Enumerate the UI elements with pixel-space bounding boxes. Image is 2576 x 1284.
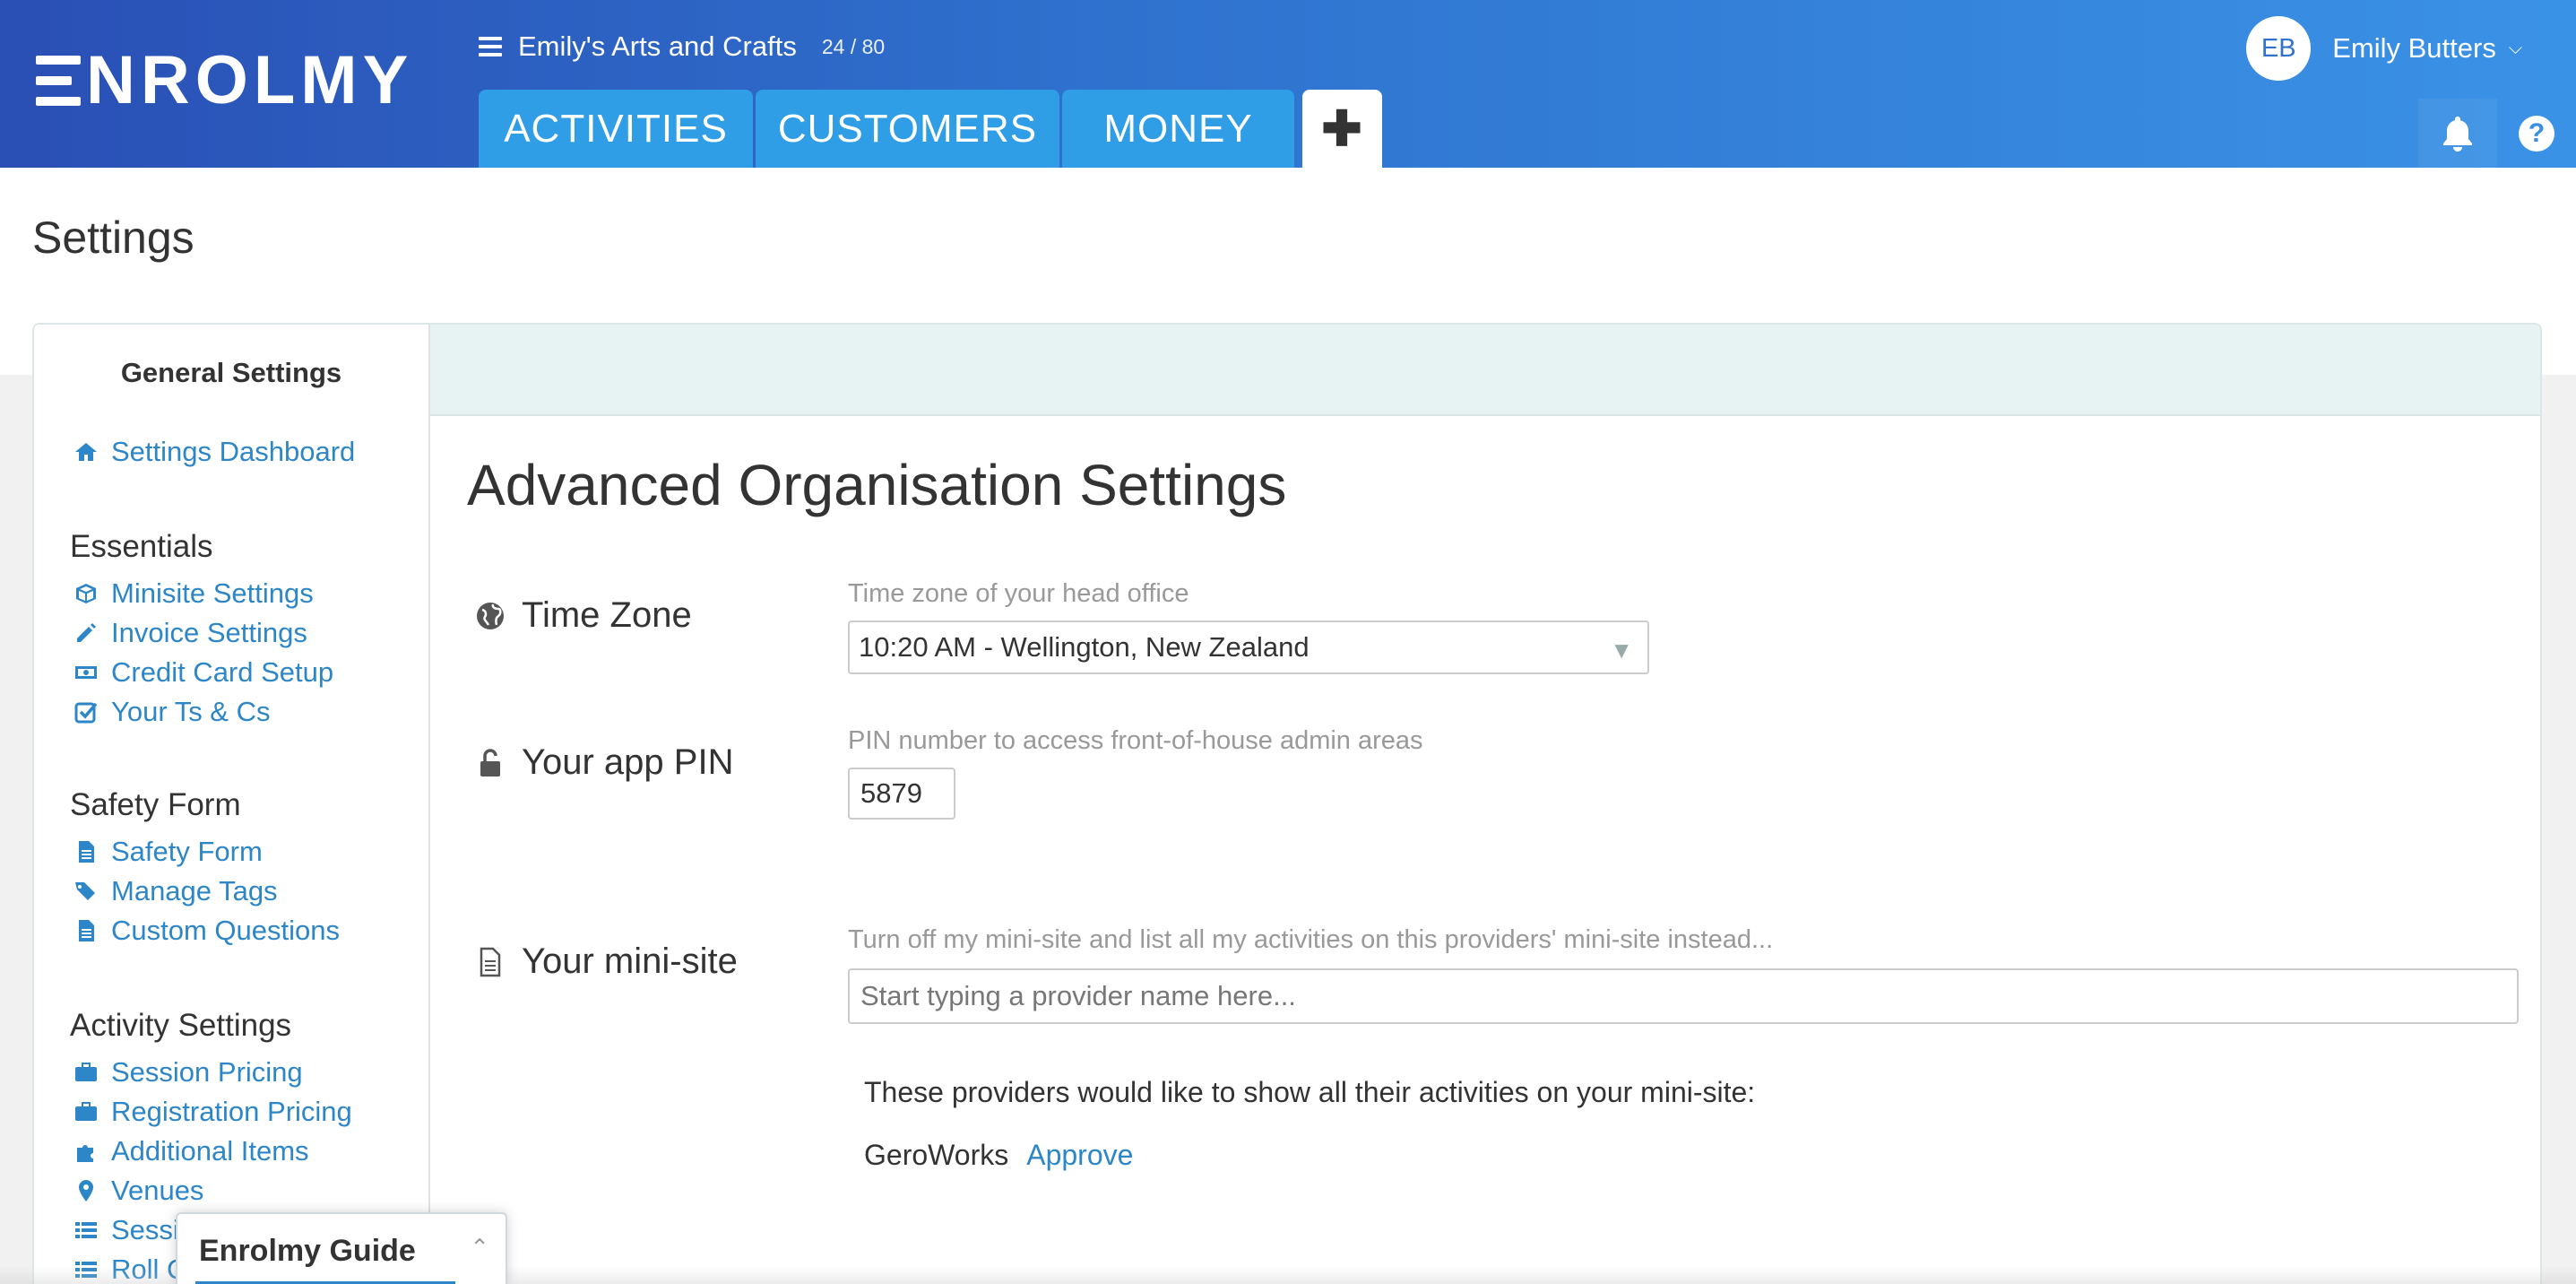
tab-activities[interactable]: ACTIVITIES (479, 90, 753, 168)
globe-icon (475, 601, 506, 631)
sidebar-item-minisite-settings[interactable]: Minisite Settings (73, 577, 314, 610)
sidebar-item-label: Safety Form (111, 836, 263, 867)
sidebar-item-label: Minisite Settings (111, 577, 314, 609)
section-title: Advanced Organisation Settings (467, 453, 1287, 517)
sidebar-heading-activity-settings: Activity Settings (70, 1008, 292, 1043)
time-zone-label: Time Zone (475, 595, 692, 636)
logo-text: NROLMY (86, 42, 414, 118)
time-zone-value: 10:20 AM - Wellington, New Zealand (859, 631, 1310, 663)
sidebar-item-sessions[interactable]: Sessi (73, 1214, 179, 1246)
app-pin-input[interactable]: 5879 (848, 768, 955, 820)
sidebar-item-settings-dashboard[interactable]: Settings Dashboard (73, 436, 355, 468)
tags-icon (73, 879, 99, 904)
settings-panel: General Settings Settings Dashboard Esse… (32, 323, 2542, 1284)
organisation-count: 24 / 80 (821, 34, 886, 58)
sidebar-item-label: Venues (111, 1175, 204, 1206)
briefcase-icon (73, 1060, 99, 1085)
user-name[interactable]: Emily Butters (2332, 32, 2496, 65)
sidebar-item-registration-pricing[interactable]: Registration Pricing (73, 1096, 352, 1128)
sidebar-item-additional-items[interactable]: Additional Items (73, 1135, 309, 1167)
top-header: NROLMY Emily's Arts and Crafts 24 / 80 A… (0, 0, 2576, 168)
sidebar-item-label: Credit Card Setup (111, 656, 334, 688)
sidebar-item-safety-form[interactable]: Safety Form (73, 836, 263, 868)
map-marker-icon (73, 1178, 99, 1203)
app-pin-label: Your app PIN (475, 742, 733, 783)
organisation-switcher[interactable]: Emily's Arts and Crafts 24 / 80 (479, 30, 885, 63)
home-icon (73, 439, 99, 464)
mini-site-help: Turn off my mini-site and list all my ac… (848, 925, 1774, 954)
add-tab-button[interactable]: ✚ (1302, 90, 1382, 168)
mini-site-label: Your mini-site (475, 941, 738, 982)
time-zone-help: Time zone of your head office (848, 579, 1189, 608)
cube-icon (73, 581, 99, 606)
enrolmy-guide-widget[interactable]: Enrolmy Guide ⌃ (176, 1212, 507, 1284)
organisation-name: Emily's Arts and Crafts (518, 30, 797, 62)
sidebar-heading-safety-form: Safety Form (70, 787, 241, 822)
settings-sidebar: General Settings Settings Dashboard Esse… (34, 325, 430, 1284)
sidebar-title: General Settings (120, 357, 342, 388)
logo-e-mark (36, 56, 81, 106)
sidebar-item-label: Your Ts & Cs (111, 696, 271, 727)
guide-title: Enrolmy Guide (199, 1234, 416, 1268)
tab-money[interactable]: MONEY (1062, 90, 1294, 168)
sidebar-item-label: Sessi (111, 1214, 179, 1245)
check-square-icon (73, 699, 99, 724)
sidebar-item-label: Settings Dashboard (111, 436, 356, 467)
sidebar-item-ts-cs[interactable]: Your Ts & Cs (73, 696, 270, 728)
provider-search-input[interactable]: Start typing a provider name here... (848, 968, 2519, 1024)
list-icon (73, 1218, 99, 1243)
briefcase-icon (73, 1099, 99, 1124)
sidebar-item-label: Custom Questions (111, 915, 340, 946)
sidebar-item-custom-questions[interactable]: Custom Questions (73, 915, 340, 947)
provider-name: GeroWorks (864, 1139, 1009, 1171)
sidebar-item-label: Registration Pricing (111, 1096, 352, 1127)
approve-link[interactable]: Approve (1026, 1139, 1133, 1172)
providers-note: These providers would like to show all t… (864, 1076, 1756, 1108)
sidebar-item-label: Invoice Settings (111, 617, 307, 648)
document-outline-icon (475, 947, 506, 977)
menu-icon[interactable] (479, 37, 502, 56)
avatar[interactable]: EB (2246, 16, 2312, 81)
puzzle-icon (73, 1139, 99, 1164)
sidebar-item-manage-tags[interactable]: Manage Tags (73, 875, 278, 907)
sidebar-heading-essentials: Essentials (70, 529, 213, 564)
plus-icon: ✚ (1321, 102, 1363, 156)
chevron-up-icon[interactable]: ⌃ (470, 1234, 489, 1262)
money-icon (73, 660, 99, 685)
chevron-down-icon[interactable]: ⌵ (2509, 39, 2522, 59)
chevron-down-icon: ▼ (1610, 637, 1633, 664)
user-menu[interactable]: EB Emily Butters ⌵ (2246, 16, 2522, 81)
unlock-icon (475, 748, 506, 778)
sidebar-item-credit-card-setup[interactable]: Credit Card Setup (73, 656, 333, 689)
bell-icon[interactable] (2418, 99, 2497, 168)
sidebar-item-label: Manage Tags (111, 875, 278, 907)
sidebar-item-label: Session Pricing (111, 1056, 303, 1088)
page-title: Settings (32, 213, 194, 263)
pencil-icon (73, 620, 99, 646)
header-actions: ? (2418, 99, 2576, 168)
list-item: GeroWorks Approve (864, 1139, 1133, 1172)
panel-header-strip (430, 325, 2540, 416)
app-pin-help: PIN number to access front-of-house admi… (848, 726, 1423, 755)
document-icon (73, 839, 99, 864)
sidebar-item-session-pricing[interactable]: Session Pricing (73, 1056, 303, 1089)
main-tabs: ACTIVITIES CUSTOMERS MONEY ✚ (479, 90, 1385, 168)
time-zone-select[interactable]: 10:20 AM - Wellington, New Zealand ▼ (848, 620, 1649, 674)
tab-customers[interactable]: CUSTOMERS (756, 90, 1059, 168)
sidebar-item-invoice-settings[interactable]: Invoice Settings (73, 617, 307, 649)
document-icon (73, 918, 99, 943)
sidebar-item-venues[interactable]: Venues (73, 1175, 203, 1207)
help-icon[interactable]: ? (2497, 99, 2576, 168)
sidebar-item-label: Additional Items (111, 1135, 309, 1167)
enrolmy-logo[interactable]: NROLMY (36, 42, 414, 118)
